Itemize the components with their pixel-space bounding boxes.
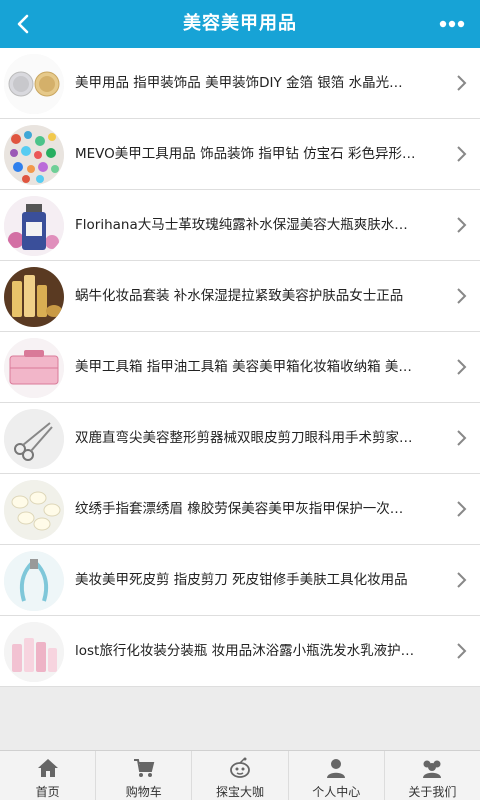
chevron-right-icon bbox=[457, 146, 467, 162]
more-dots-icon bbox=[439, 20, 465, 28]
tab-label: 首页 bbox=[35, 785, 60, 799]
item-title: 纹绣手指套漂绣眉 橡胶劳保美容美甲灰指甲保护一次… bbox=[75, 501, 404, 517]
top-bar: 美容美甲用品 bbox=[0, 0, 480, 48]
product-thumbnail bbox=[4, 338, 64, 398]
product-thumbnail bbox=[4, 409, 64, 469]
item-title: 美甲工具箱 指甲油工具箱 美容美甲箱化妆箱收纳箱 美… bbox=[75, 359, 412, 375]
product-thumbnail bbox=[4, 551, 64, 611]
tab-about[interactable]: 关于我们 bbox=[385, 751, 480, 800]
chevron-right-icon bbox=[457, 288, 467, 304]
list-item[interactable]: Florihana大马士革玫瑰纯露补水保湿美容大瓶爽肤水… bbox=[0, 190, 480, 261]
chevron-right-icon bbox=[457, 643, 467, 659]
list-item[interactable]: lost旅行化妆装分装瓶 妆用品沐浴露小瓶洗发水乳液护… bbox=[0, 616, 480, 687]
more-button[interactable] bbox=[432, 4, 472, 44]
product-thumbnail bbox=[4, 125, 64, 185]
tab-profile[interactable]: 个人中心 bbox=[289, 751, 385, 800]
chevron-right-icon bbox=[457, 359, 467, 375]
group-icon bbox=[423, 760, 442, 778]
list-item[interactable]: MEVO美甲工具用品 饰品装饰 指甲钻 仿宝石 彩色异形… bbox=[0, 119, 480, 190]
chevron-right-icon bbox=[457, 75, 467, 91]
item-title: 美妆美甲死皮剪 指皮剪刀 死皮钳修手美肤工具化妆用品 bbox=[75, 572, 408, 588]
list-item[interactable]: 双鹿直弯尖美容整形剪器械双眼皮剪刀眼科用手术剪家… bbox=[0, 403, 480, 474]
product-thumbnail bbox=[4, 196, 64, 256]
item-title: MEVO美甲工具用品 饰品装饰 指甲钻 仿宝石 彩色异形… bbox=[75, 146, 416, 162]
item-title: 双鹿直弯尖美容整形剪器械双眼皮剪刀眼科用手术剪家… bbox=[75, 430, 413, 446]
list-item[interactable]: 蜗牛化妆品套装 补水保湿提拉紧致美容护肤品女士正品 bbox=[0, 261, 480, 332]
chevron-right-icon bbox=[457, 572, 467, 588]
tab-cart[interactable]: 购物车 bbox=[96, 751, 193, 800]
product-thumbnail bbox=[4, 622, 64, 682]
chevron-right-icon bbox=[457, 217, 467, 233]
list-item[interactable]: 美甲工具箱 指甲油工具箱 美容美甲箱化妆箱收纳箱 美… bbox=[0, 332, 480, 403]
list-item[interactable]: 纹绣手指套漂绣眉 橡胶劳保美容美甲灰指甲保护一次… bbox=[0, 474, 480, 545]
item-title: 蜗牛化妆品套装 补水保湿提拉紧致美容护肤品女士正品 bbox=[75, 288, 404, 304]
item-title: 美甲用品 指甲装饰品 美甲装饰DIY 金箔 银箔 水晶光… bbox=[75, 75, 403, 91]
tab-label: 购物车 bbox=[125, 785, 162, 799]
tab-discover[interactable]: 探宝大咖 bbox=[192, 751, 289, 800]
product-list: 美甲用品 指甲装饰品 美甲装饰DIY 金箔 银箔 水晶光… MEVO美甲工具用品… bbox=[0, 48, 480, 687]
list-item[interactable]: 美妆美甲死皮剪 指皮剪刀 死皮钳修手美肤工具化妆用品 bbox=[0, 545, 480, 616]
item-title: lost旅行化妆装分装瓶 妆用品沐浴露小瓶洗发水乳液护… bbox=[75, 643, 415, 659]
product-thumbnail bbox=[4, 54, 64, 114]
tab-label: 探宝大咖 bbox=[216, 785, 265, 799]
cart-icon bbox=[133, 759, 155, 777]
user-icon bbox=[327, 759, 346, 778]
chevron-right-icon bbox=[457, 430, 467, 446]
product-thumbnail bbox=[4, 480, 64, 540]
tab-home[interactable]: 首页 bbox=[0, 751, 97, 800]
tab-label: 个人中心 bbox=[312, 785, 361, 799]
list-item[interactable]: 美甲用品 指甲装饰品 美甲装饰DIY 金箔 银箔 水晶光… bbox=[0, 48, 480, 119]
mascot-icon bbox=[230, 757, 250, 778]
page-title: 美容美甲用品 bbox=[183, 13, 297, 34]
item-title: Florihana大马士革玫瑰纯露补水保湿美容大瓶爽肤水… bbox=[75, 217, 408, 233]
bottom-tab-bar: 首页 购物车 探宝大咖 个人中心 关于我们 bbox=[0, 750, 480, 800]
chevron-right-icon bbox=[457, 501, 467, 517]
tab-label: 关于我们 bbox=[408, 785, 457, 799]
home-icon bbox=[37, 759, 58, 777]
product-thumbnail bbox=[4, 267, 64, 327]
